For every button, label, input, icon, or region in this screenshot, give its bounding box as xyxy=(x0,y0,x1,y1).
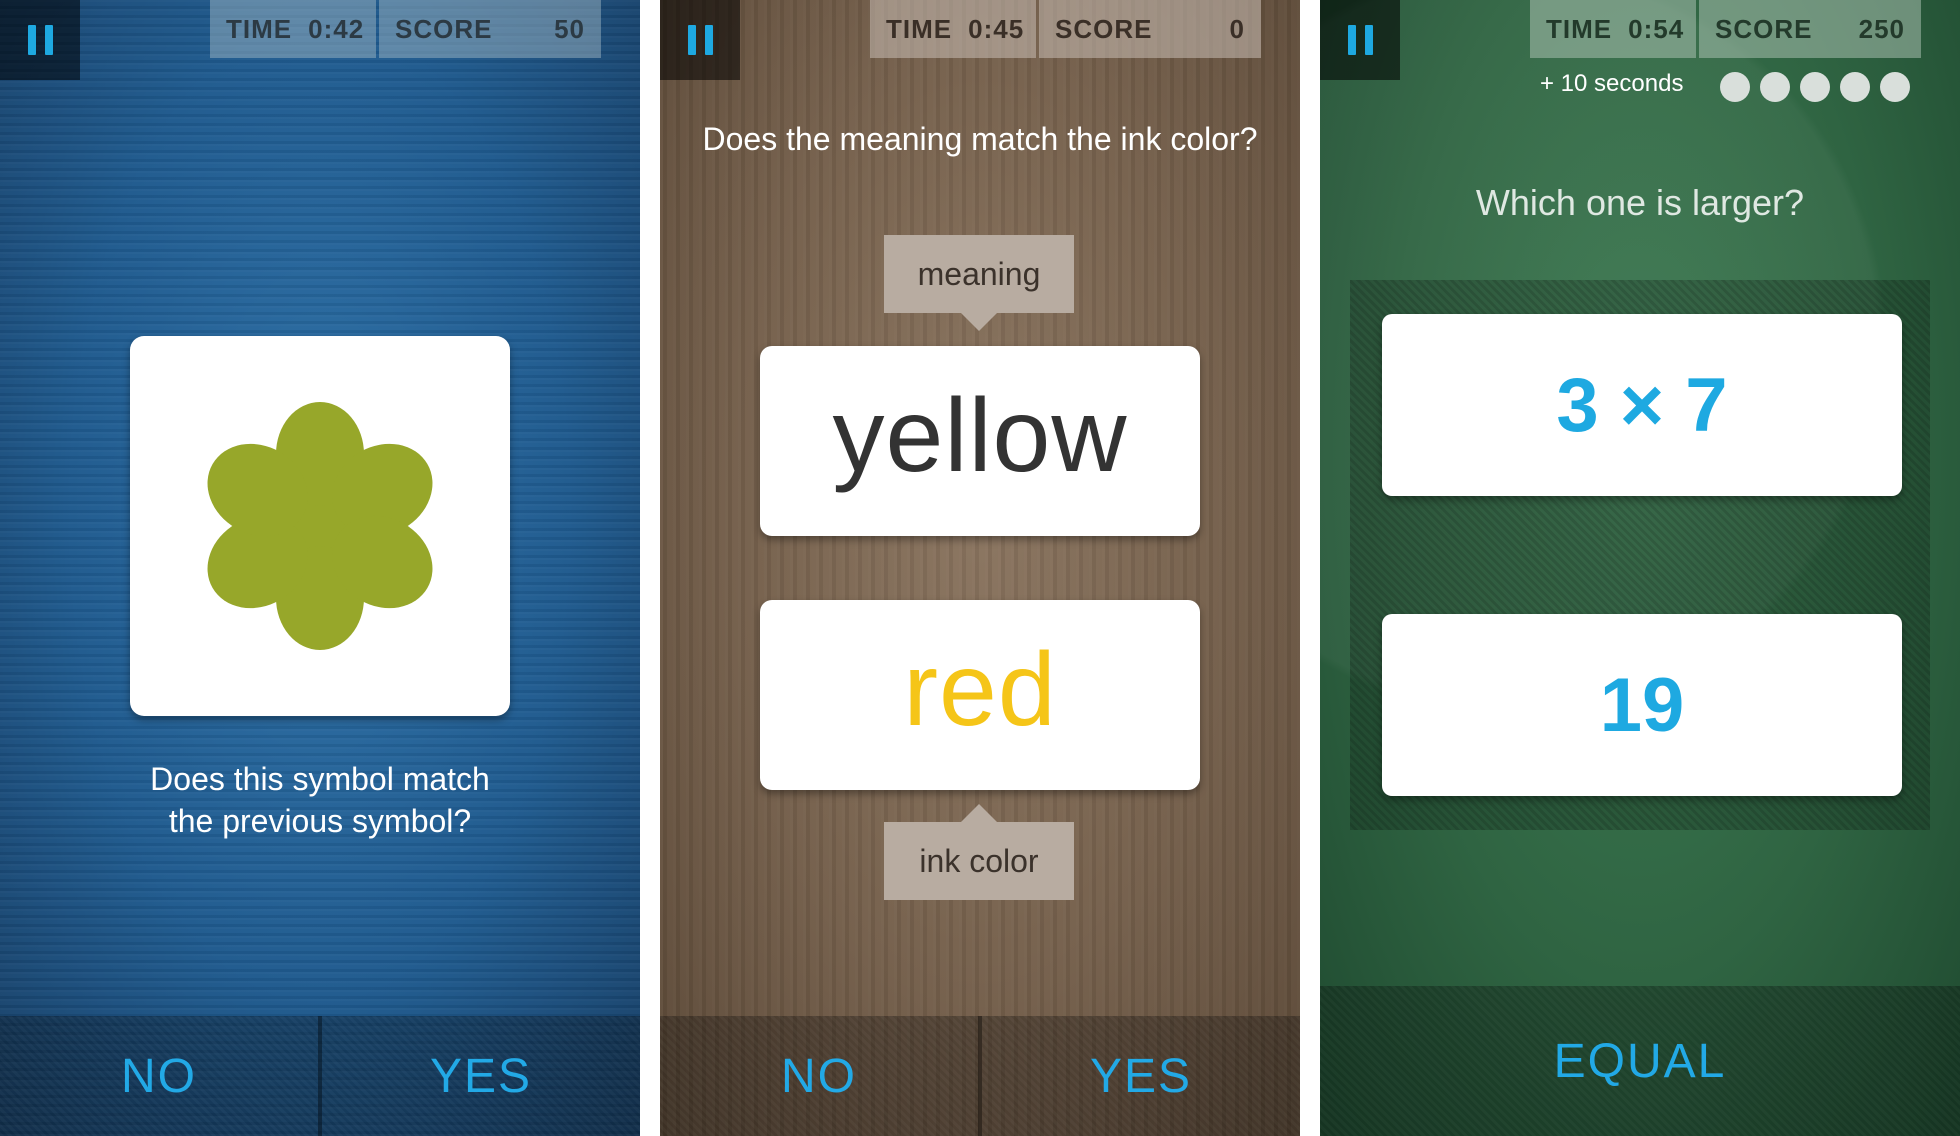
equal-button[interactable]: EQUAL xyxy=(1320,986,1960,1136)
score-display: SCORE 0 xyxy=(1039,0,1261,58)
score-display: SCORE 50 xyxy=(379,0,601,58)
time-display: TIME 0:45 xyxy=(870,0,1036,58)
yes-button[interactable]: YES xyxy=(982,1016,1300,1136)
answer-bar: NO YES xyxy=(0,1016,640,1136)
answer-bar: EQUAL xyxy=(1320,986,1960,1136)
pause-icon xyxy=(27,25,36,55)
option-b-card[interactable]: 19 xyxy=(1382,614,1902,796)
hud: TIME 0:45 SCORE 0 xyxy=(870,0,1261,58)
stroop-game-panel: TIME 0:45 SCORE 0 Does the meaning match… xyxy=(660,0,1300,1136)
question-text: Which one is larger? xyxy=(1475,182,1805,223)
time-display: TIME 0:54 xyxy=(1530,0,1696,58)
hud: TIME 0:42 SCORE 50 xyxy=(210,0,601,58)
pause-button[interactable] xyxy=(1320,0,1400,80)
option-a-card[interactable]: 3 × 7 xyxy=(1382,314,1902,496)
yes-button[interactable]: YES xyxy=(322,1016,640,1136)
meaning-card: yellow xyxy=(760,346,1200,536)
option-a-expression: 3 × 7 xyxy=(1556,362,1728,448)
progress-dot xyxy=(1880,72,1910,102)
pause-icon xyxy=(1347,25,1356,55)
progress-dot xyxy=(1840,72,1870,102)
pause-button[interactable] xyxy=(0,0,80,80)
no-button[interactable]: NO xyxy=(0,1016,318,1136)
math-game-panel: TIME 0:54 SCORE 250 + 10 seconds Which o… xyxy=(1320,0,1960,1136)
progress-dot xyxy=(1800,72,1830,102)
ink-card: red xyxy=(760,600,1200,790)
symbol-card xyxy=(130,336,510,716)
meaning-word: yellow xyxy=(832,377,1128,494)
option-b-value: 19 xyxy=(1599,662,1685,748)
streak-progress-dots xyxy=(1720,72,1910,102)
six-petal-flower-icon xyxy=(207,402,433,650)
meaning-tag: meaning xyxy=(884,235,1074,331)
pause-icon xyxy=(687,25,696,55)
no-button[interactable]: NO xyxy=(660,1016,978,1136)
question-text: Does the meaning match the ink color? xyxy=(702,121,1258,157)
progress-dot xyxy=(1760,72,1790,102)
progress-dot xyxy=(1720,72,1750,102)
pause-button[interactable] xyxy=(660,0,740,80)
answer-bar: NO YES xyxy=(660,1016,1300,1136)
question-text: Does this symbol match the previous symb… xyxy=(150,761,490,839)
time-bonus-text: + 10 seconds xyxy=(1540,70,1684,97)
symbol-game-panel: TIME 0:42 SCORE 50 Does this symbol matc… xyxy=(0,0,640,1136)
hud: TIME 0:54 SCORE 250 xyxy=(1530,0,1921,58)
ink-word: red xyxy=(903,631,1057,748)
time-display: TIME 0:42 xyxy=(210,0,376,58)
score-display: SCORE 250 xyxy=(1699,0,1921,58)
ink-color-tag: ink color xyxy=(884,804,1074,900)
